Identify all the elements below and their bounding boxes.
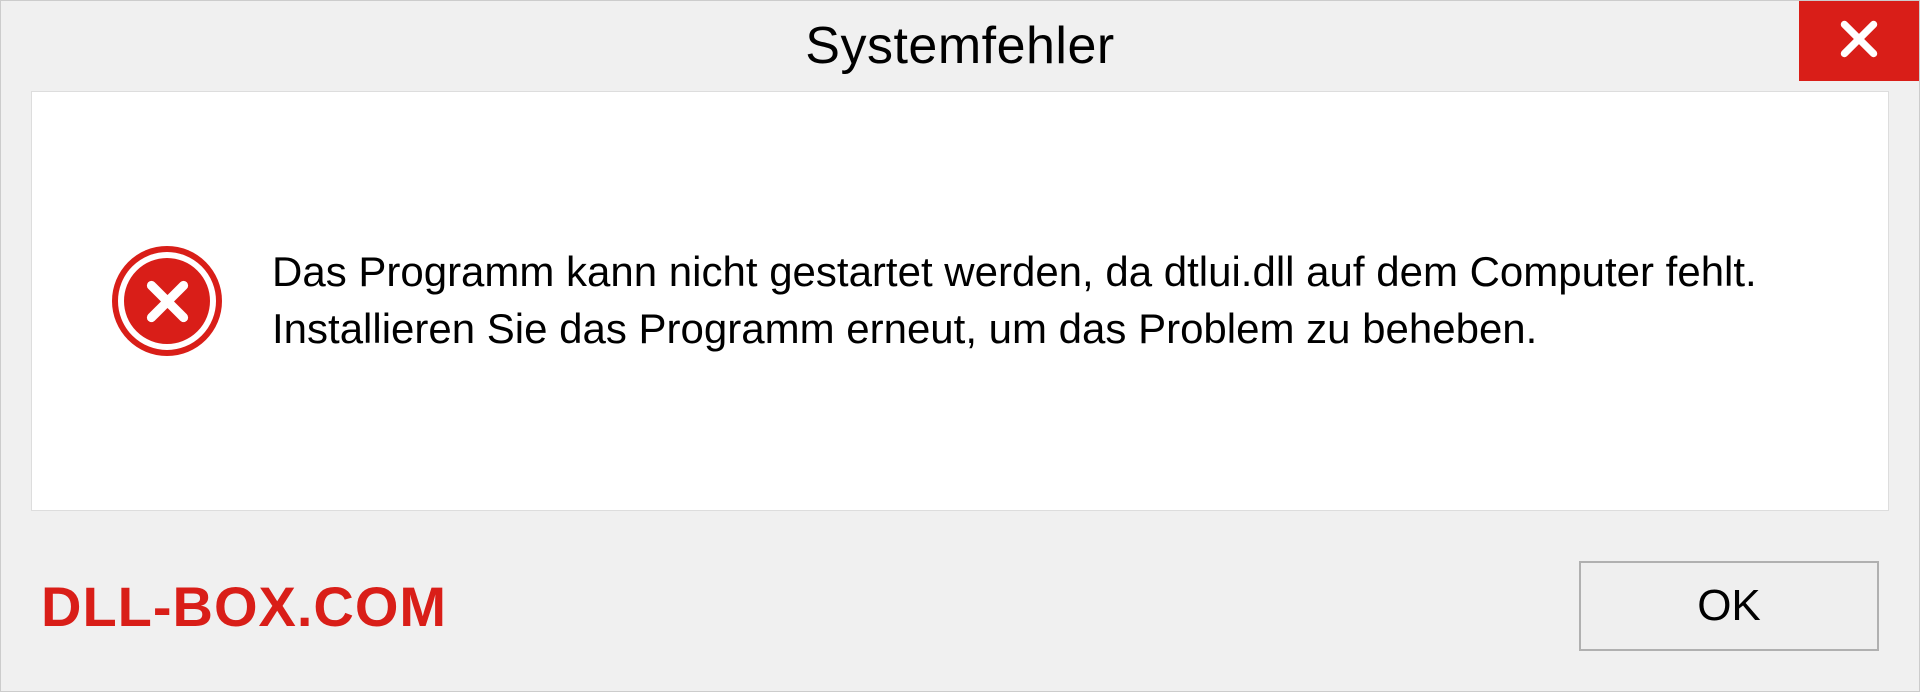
close-icon — [1834, 14, 1884, 69]
content-panel: Das Programm kann nicht gestartet werden… — [31, 91, 1889, 511]
ok-button[interactable]: OK — [1579, 561, 1879, 651]
close-button[interactable] — [1799, 1, 1919, 81]
error-dialog: Systemfehler Das Programm kann nicht ges… — [0, 0, 1920, 692]
error-message: Das Programm kann nicht gestartet werden… — [272, 244, 1808, 357]
error-icon-wrap — [112, 246, 222, 356]
bottom-bar: DLL-BOX.COM OK — [1, 541, 1919, 691]
title-bar: Systemfehler — [1, 1, 1919, 91]
error-icon — [112, 246, 222, 356]
dialog-title: Systemfehler — [805, 16, 1114, 76]
watermark-text: DLL-BOX.COM — [41, 574, 447, 639]
